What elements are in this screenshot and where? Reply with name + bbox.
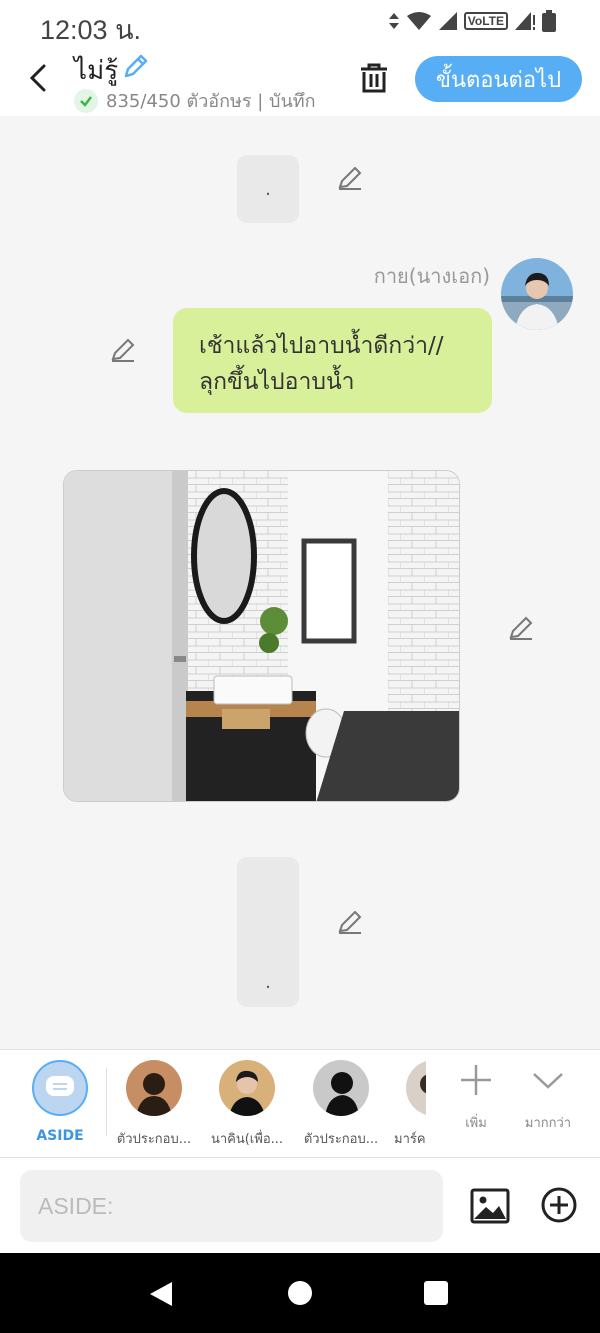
character-label: ตัวประกอบ... — [116, 1132, 192, 1147]
sender-name: กาย(นางเอก) — [373, 264, 490, 288]
char-count-row: 835/450 ตัวอักษร | บันทึก — [74, 86, 316, 115]
add-character-button[interactable]: เพิ่ม — [441, 1062, 511, 1133]
character-item[interactable]: นาคิน(เพื่อ... — [202, 1060, 292, 1149]
image-icon[interactable] — [470, 1186, 510, 1226]
battery-icon — [542, 10, 556, 32]
character-label: ASIDE — [36, 1128, 84, 1144]
character-item[interactable]: ตัวประกอบ... — [296, 1060, 386, 1149]
system-nav-bar — [0, 1253, 600, 1333]
more-button[interactable]: มากกว่า — [513, 1062, 583, 1133]
signal-icon — [438, 12, 457, 30]
plus-icon — [461, 1065, 491, 1095]
nav-back-icon[interactable] — [148, 1280, 174, 1308]
char-count: 835/450 ตัวอักษร | บันทึก — [106, 91, 316, 112]
character-label: ตัวประกอบ... — [303, 1132, 379, 1147]
avatar — [313, 1060, 369, 1116]
avatar — [126, 1060, 182, 1116]
status-bar: 12:03 น. VoLTE — [0, 0, 600, 46]
edit-pencil-icon[interactable] — [109, 336, 137, 364]
character-label: นาคิน(เพื่อ... — [210, 1132, 284, 1147]
avatar[interactable] — [501, 258, 573, 330]
chat-area: . กาย(นางเอก) เช้าแล้วไปอาบน้ำดีกว่า//ลุ… — [0, 116, 600, 1049]
edit-pencil-icon[interactable] — [336, 164, 364, 192]
character-item[interactable]: มาร์ค... — [380, 1060, 426, 1149]
narration-bubble[interactable]: . — [237, 857, 299, 1007]
signal-alert-icon — [515, 12, 535, 30]
compose-bar — [0, 1157, 600, 1253]
saved-check-icon — [74, 88, 98, 113]
bathroom-image[interactable] — [63, 470, 460, 802]
edit-title-icon[interactable] — [120, 52, 150, 82]
next-step-button[interactable]: ขั้นตอนต่อไป — [415, 56, 582, 102]
trash-icon[interactable] — [356, 60, 392, 96]
nav-home-icon[interactable] — [288, 1281, 312, 1305]
character-item[interactable]: ตัวประกอบ... — [109, 1060, 199, 1149]
chevron-down-icon — [533, 1073, 563, 1089]
aside-chat-icon — [32, 1060, 88, 1116]
message-input[interactable] — [20, 1170, 443, 1242]
episode-title[interactable]: ไม่รู้ — [74, 50, 118, 91]
divider — [106, 1068, 107, 1136]
character-selector: ASIDE ตัวประกอบ... นาคิน(เพื่อ... ตัวประ… — [0, 1049, 600, 1157]
clock: 12:03 น. — [40, 15, 142, 45]
more-label: มากกว่า — [524, 1116, 572, 1131]
status-icons: VoLTE — [388, 10, 556, 32]
add-label: เพิ่ม — [465, 1116, 487, 1131]
back-arrow-icon[interactable] — [22, 60, 58, 96]
data-arrows-icon — [388, 13, 399, 29]
app-header: ไม่รู้ 835/450 ตัวอักษร | บันทึก ขั้นตอน… — [0, 46, 600, 116]
edit-pencil-icon[interactable] — [507, 614, 535, 642]
character-label: มาร์ค... — [394, 1132, 426, 1147]
nav-recents-icon[interactable] — [424, 1281, 448, 1305]
wifi-icon — [406, 12, 431, 30]
narration-bubble[interactable]: . — [237, 155, 299, 223]
volte-badge: VoLTE — [463, 12, 508, 30]
edit-pencil-icon[interactable] — [336, 908, 364, 936]
add-circle-icon[interactable] — [540, 1186, 578, 1224]
character-aside[interactable]: ASIDE — [15, 1060, 105, 1144]
avatar — [219, 1060, 275, 1116]
message-bubble[interactable]: เช้าแล้วไปอาบน้ำดีกว่า//ลุกขึ้นไปอาบน้ำ — [173, 308, 492, 413]
avatar — [406, 1060, 426, 1116]
